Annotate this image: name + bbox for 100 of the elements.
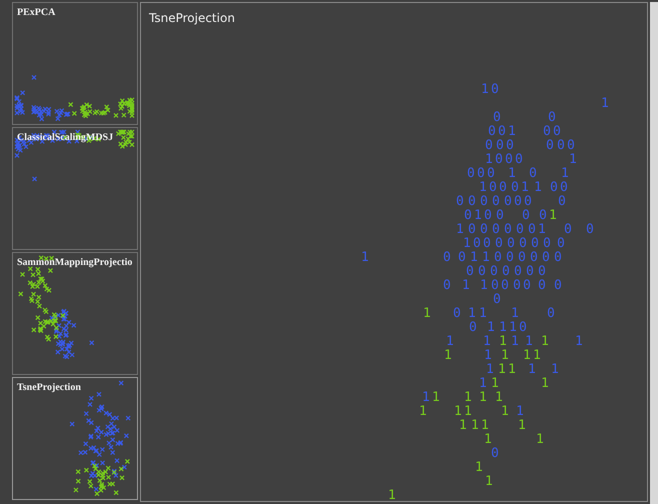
point-label: 0	[538, 264, 546, 279]
point-label: 0	[567, 138, 575, 153]
projection-thumbnail[interactable]: SammonMappingProjectio	[12, 252, 138, 375]
point-label: 0	[478, 264, 486, 279]
point-label: 1	[521, 180, 529, 195]
point-label: 0	[468, 222, 476, 237]
point-label: 0	[504, 194, 512, 209]
point-label: 1	[456, 222, 464, 237]
thumbnail-title: PExPCA	[17, 7, 56, 18]
point-label: 1	[432, 390, 440, 405]
point-label: 0	[483, 236, 491, 251]
point-label: 1	[462, 278, 470, 293]
point-label: 1	[480, 278, 488, 293]
point-label: 1	[516, 404, 524, 419]
point-label: 1	[491, 376, 499, 391]
projection-thumbnail[interactable]: TsneProjection	[12, 377, 138, 500]
point-label: 0	[554, 278, 562, 293]
point-label: 1	[523, 348, 531, 363]
point-label: 1	[484, 348, 492, 363]
point-label: 0	[543, 236, 551, 251]
point-label: 1	[481, 418, 489, 433]
point-label: 1	[601, 96, 609, 111]
point-label: 1	[499, 334, 507, 349]
point-label: 0	[502, 264, 510, 279]
point-label: 1	[361, 250, 369, 265]
point-label: 1	[470, 250, 478, 265]
point-label: 0	[558, 194, 566, 209]
point-label: 1	[575, 334, 583, 349]
point-label: 1	[484, 432, 492, 447]
point-label: 0	[464, 208, 472, 223]
point-label: 0	[528, 222, 536, 237]
point-label: 0	[493, 292, 501, 307]
point-label: 0	[507, 236, 515, 251]
point-label: 0	[504, 222, 512, 237]
point-label: 0	[456, 194, 464, 209]
point-label: 0	[550, 180, 558, 195]
point-label: 1	[444, 348, 452, 363]
point-label: 0	[514, 194, 522, 209]
point-label: 0	[523, 278, 531, 293]
point-label: 0	[586, 222, 594, 237]
point-label: 1	[482, 250, 490, 265]
point-label: 0	[491, 446, 499, 461]
point-label: 0	[443, 278, 451, 293]
point-label: 0	[485, 138, 493, 153]
point-label: 0	[443, 250, 451, 265]
point-label: 0	[492, 194, 500, 209]
point-label: 1	[534, 180, 542, 195]
point-label: 0	[530, 250, 538, 265]
point-label: 0	[495, 236, 503, 251]
point-label: 0	[494, 250, 502, 265]
point-label: 0	[496, 208, 504, 223]
point-label: 1	[479, 180, 487, 195]
point-label: 1	[454, 404, 462, 419]
point-label: 0	[499, 180, 507, 195]
point-label: 0	[488, 124, 496, 139]
point-label: 0	[493, 110, 501, 125]
point-label: 0	[469, 320, 477, 335]
plot-title: TsneProjection	[149, 11, 235, 25]
point-label: 1	[536, 432, 544, 447]
point-label: 0	[518, 250, 526, 265]
point-label: 1	[511, 306, 519, 321]
point-label: 0	[495, 152, 503, 167]
point-label: 0	[498, 124, 506, 139]
point-label: 1	[471, 418, 479, 433]
point-label: 0	[467, 166, 475, 181]
point-label: 0	[473, 236, 481, 251]
point-label: 1	[479, 390, 487, 405]
point-label: 1	[464, 390, 472, 405]
point-label: 1	[479, 306, 487, 321]
point-label: 0	[487, 166, 495, 181]
point-label: 0	[484, 208, 492, 223]
point-label: 1	[486, 362, 494, 377]
thumbnail-title: SammonMappingProjectio	[17, 257, 132, 268]
point-label: 0	[531, 236, 539, 251]
point-label: 1	[468, 306, 476, 321]
point-label: 1	[388, 488, 396, 501]
point-label: 0	[491, 82, 499, 97]
point-label: 0	[506, 138, 514, 153]
point-label: 0	[553, 124, 561, 139]
point-label: 1	[508, 166, 516, 181]
point-label: 1	[446, 334, 454, 349]
point-label: 1	[499, 320, 507, 335]
point-label: 1	[464, 404, 472, 419]
point-label: 0	[505, 152, 513, 167]
point-label: 0	[538, 278, 546, 293]
point-label: 0	[546, 138, 554, 153]
point-label: 1	[459, 418, 467, 433]
point-label: 0	[480, 194, 488, 209]
point-label: 1	[475, 460, 483, 475]
point-label: 0	[560, 180, 568, 195]
point-label: 1	[569, 152, 577, 167]
projection-thumbnail[interactable]: PExPCA	[12, 2, 138, 125]
point-label: 0	[519, 236, 527, 251]
point-label: 0	[477, 166, 485, 181]
point-label: 1	[463, 236, 471, 251]
point-label: 0	[468, 194, 476, 209]
point-label: 1	[508, 124, 516, 139]
point-label: 0	[496, 138, 504, 153]
point-label: 0	[557, 138, 565, 153]
point-label: 0	[514, 264, 522, 279]
